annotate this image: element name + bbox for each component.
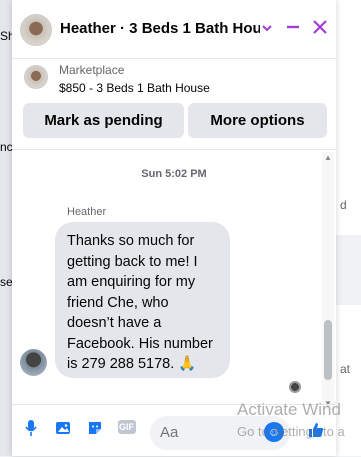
image-icon[interactable] bbox=[52, 419, 74, 441]
activation-watermark: Activate Wind bbox=[237, 400, 341, 419]
message-timestamp: Sun 5:02 PM bbox=[141, 168, 207, 180]
sender-name: Heather bbox=[67, 206, 107, 218]
microphone-icon[interactable] bbox=[20, 419, 42, 441]
chat-header: Heather · 3 Beds 1 Bath Hou… bbox=[12, 0, 336, 59]
scroll-up-icon[interactable]: ▲ bbox=[322, 152, 334, 164]
background-card bbox=[336, 235, 361, 305]
chat-window: Heather · 3 Beds 1 Bath Hou… Marketplace… bbox=[12, 0, 336, 456]
marketplace-listing[interactable]: Marketplace $850 - 3 Beds 1 Bath House bbox=[12, 58, 336, 96]
sender-avatar[interactable] bbox=[20, 349, 47, 376]
close-icon[interactable] bbox=[309, 18, 331, 40]
background-tab-fragment[interactable]: Sh bbox=[0, 25, 12, 47]
activation-watermark-subtext: Go to Settings to a bbox=[237, 424, 345, 439]
more-options-button[interactable]: More options bbox=[188, 103, 327, 138]
divider bbox=[12, 149, 336, 150]
chevron-down-icon[interactable] bbox=[256, 18, 278, 40]
background-text-fragment: d bbox=[340, 198, 347, 212]
listing-thumbnail bbox=[24, 65, 48, 89]
sticker-icon[interactable] bbox=[84, 419, 106, 441]
scrollbar-thumb[interactable] bbox=[324, 320, 332, 380]
contact-avatar[interactable] bbox=[20, 14, 52, 46]
background-text-fragment: at bbox=[340, 362, 351, 376]
background-page-left bbox=[0, 0, 12, 456]
seen-indicator bbox=[289, 381, 301, 393]
message-bubble[interactable]: Thanks so much for getting back to me! I… bbox=[55, 222, 230, 378]
gif-label: GIF bbox=[119, 422, 134, 432]
minimize-icon[interactable] bbox=[282, 18, 304, 40]
listing-title: $850 - 3 Beds 1 Bath House bbox=[59, 81, 210, 95]
chat-title[interactable]: Heather · 3 Beds 1 Bath Hou… bbox=[60, 20, 260, 37]
background-text-fragment: nc bbox=[0, 140, 12, 154]
marketplace-label: Marketplace bbox=[59, 63, 125, 77]
background-page-right bbox=[336, 0, 361, 456]
background-text-fragment: se bbox=[0, 275, 12, 289]
mark-as-pending-button[interactable]: Mark as pending bbox=[23, 103, 184, 138]
